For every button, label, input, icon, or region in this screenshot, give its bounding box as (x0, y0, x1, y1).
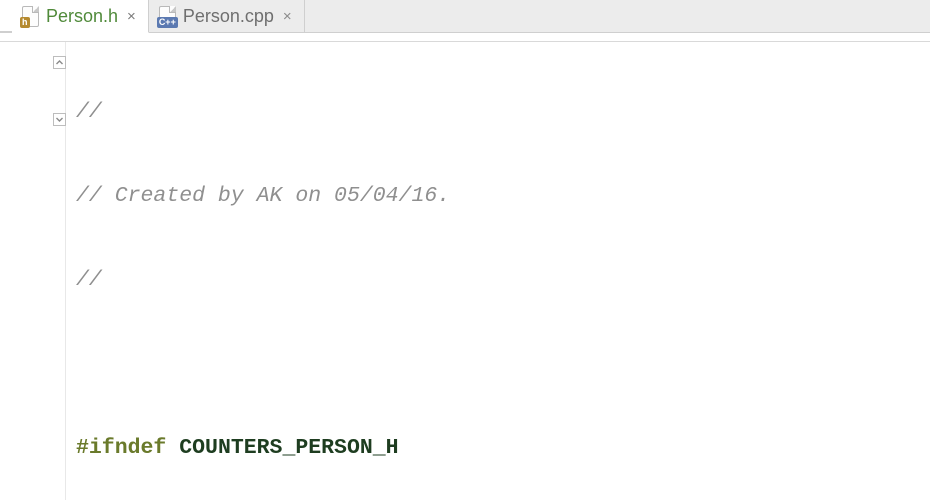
fold-toggle-icon[interactable] (53, 56, 66, 69)
code-line[interactable]: // (76, 98, 930, 126)
macro-name: COUNTERS_PERSON_H (179, 434, 398, 462)
comment: // (76, 98, 102, 126)
code-line[interactable] (76, 350, 930, 378)
comment: // (76, 266, 102, 294)
gutter[interactable] (0, 42, 66, 500)
tab-bar: h Person.h × C++ Person.cpp × (0, 0, 930, 33)
comment: // Created by AK on 05/04/16. (76, 182, 450, 210)
code-line[interactable]: // Created by AK on 05/04/16. (76, 182, 930, 210)
tab-label: Person.cpp (183, 6, 274, 27)
close-icon[interactable]: × (281, 8, 294, 25)
tab-person-h[interactable]: h Person.h × (12, 0, 149, 33)
file-badge: h (20, 17, 30, 28)
file-badge: C++ (157, 17, 178, 28)
close-icon[interactable]: × (125, 8, 138, 25)
editor-area: // // Created by AK on 05/04/16. // #ifn… (0, 42, 930, 500)
code-line[interactable]: // (76, 266, 930, 294)
tab-label: Person.h (46, 6, 118, 27)
code-line[interactable]: #ifndef COUNTERS_PERSON_H (76, 434, 930, 462)
fold-toggle-icon[interactable] (53, 113, 66, 126)
tab-person-cpp[interactable]: C++ Person.cpp × (149, 0, 305, 32)
code-editor[interactable]: // // Created by AK on 05/04/16. // #ifn… (66, 42, 930, 500)
tab-bar-lead (0, 0, 12, 32)
pp-directive: #ifndef (76, 434, 166, 462)
editor-top-border (0, 33, 930, 42)
cpp-file-icon: C++ (159, 6, 176, 27)
header-file-icon: h (22, 6, 39, 27)
